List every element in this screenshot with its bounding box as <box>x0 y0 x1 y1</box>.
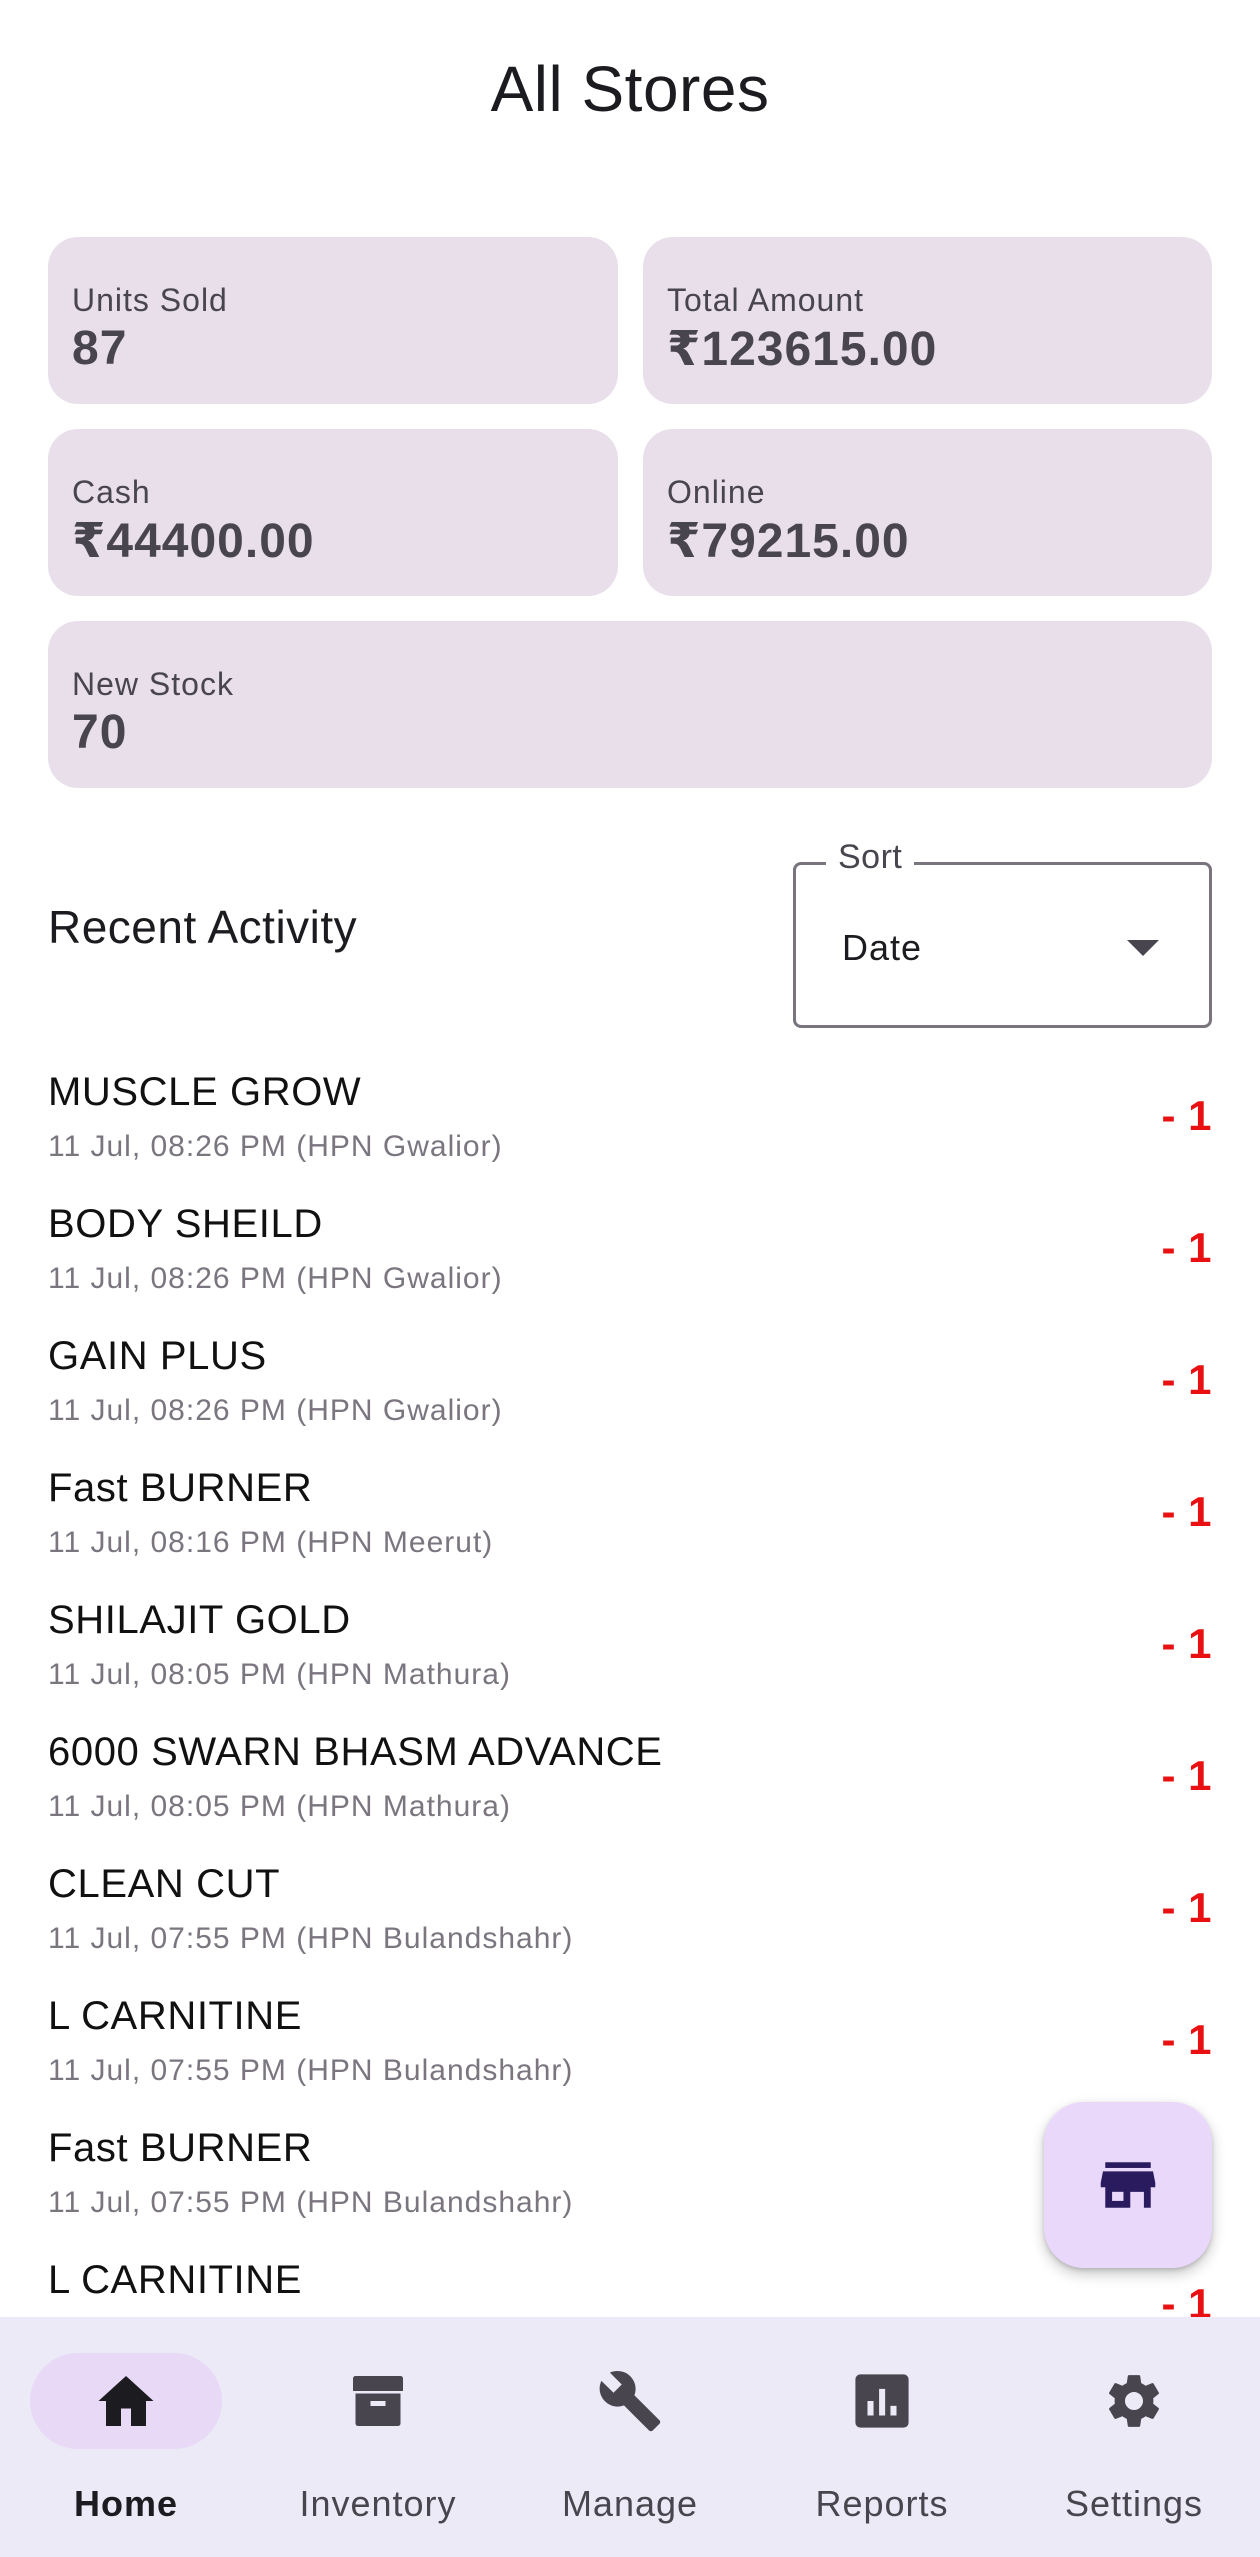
item-quantity-change: - 1 <box>1161 1488 1212 1535</box>
gear-icon <box>1109 2375 1159 2427</box>
item-store: (HPN Bulandshahr) <box>296 2054 574 2087</box>
online-label: Online <box>667 474 766 510</box>
sort-selected-value: Date <box>842 927 923 968</box>
nav-icon-wrap <box>1038 2353 1230 2449</box>
nav-label-reports: Reports <box>815 2483 949 2524</box>
store-icon <box>1100 2162 1156 2208</box>
new-stock-card: New Stock 70 <box>48 621 1212 788</box>
item-name: MUSCLE GROW <box>48 1070 362 1114</box>
item-name: CLEAN CUT <box>48 1862 281 1906</box>
item-quantity-change: - 1 <box>1161 1752 1212 1799</box>
item-quantity-change: - 1 <box>1161 1620 1212 1667</box>
recent-activity-title: Recent Activity <box>48 901 358 953</box>
item-meta: 11 Jul, 08:05 PM (HPN Mathura) <box>48 1790 511 1824</box>
item-name: GAIN PLUS <box>48 1334 267 1378</box>
page-title: All Stores <box>490 53 770 125</box>
item-meta: 11 Jul, 08:05 PM (HPN Mathura) <box>48 1658 511 1692</box>
online-card: Online ₹79215.00 <box>643 429 1212 596</box>
item-store: (HPN Mathura) <box>296 1658 511 1691</box>
chart-icon <box>855 2374 909 2428</box>
nav-icon-wrap <box>282 2353 474 2449</box>
list-item[interactable]: MUSCLE GROW 11 Jul, 08:26 PM (HPN Gwalio… <box>0 1052 1260 1184</box>
home-icon <box>98 2376 154 2426</box>
units-sold-card: Units Sold 87 <box>48 237 618 404</box>
nav-icon-wrap <box>534 2353 726 2449</box>
item-time: 11 Jul, 07:55 PM <box>48 1922 287 1955</box>
item-meta: 11 Jul, 07:55 PM (HPN Bulandshahr) <box>48 1922 573 1956</box>
item-meta: 11 Jul, 08:26 PM (HPN Gwalior) <box>48 1262 503 1296</box>
total-amount-label: Total Amount <box>667 282 864 318</box>
nav-label-settings: Settings <box>1064 2483 1204 2524</box>
list-item[interactable]: GAIN PLUS 11 Jul, 08:26 PM (HPN Gwalior)… <box>0 1316 1260 1448</box>
list-item[interactable]: L CARNITINE 11 Jul, 07:55 PM (HPN Buland… <box>0 1976 1260 2108</box>
item-name: L CARNITINE <box>48 1994 303 2038</box>
item-time: 11 Jul, 08:26 PM <box>48 1130 287 1163</box>
nav-item-manage[interactable]: Manage <box>504 2317 756 2557</box>
store-fab-button[interactable] <box>1044 2102 1212 2268</box>
item-quantity-change: - 1 <box>1161 1092 1212 1139</box>
dropdown-arrow-icon[interactable] <box>1127 940 1159 956</box>
list-item[interactable]: 6000 SWARN BHASM ADVANCE 11 Jul, 08:05 P… <box>0 1712 1260 1844</box>
list-item[interactable]: Fast BURNER 11 Jul, 08:16 PM (HPN Meerut… <box>0 1448 1260 1580</box>
item-store: (HPN Meerut) <box>296 1526 494 1559</box>
item-meta: 11 Jul, 07:55 PM (HPN Bulandshahr) <box>48 2186 573 2220</box>
nav-label-home: Home <box>73 2483 179 2524</box>
units-sold-label: Units Sold <box>72 282 228 318</box>
item-store: (HPN Gwalior) <box>296 1394 503 1427</box>
list-item[interactable]: CLEAN CUT 11 Jul, 07:55 PM (HPN Bulandsh… <box>0 1844 1260 1976</box>
nav-item-inventory[interactable]: Inventory <box>252 2317 504 2557</box>
item-quantity-change: - 1 <box>1161 1356 1212 1403</box>
item-name: BODY SHEILD <box>48 1202 323 1246</box>
item-time: 11 Jul, 07:55 PM <box>48 2186 287 2219</box>
item-quantity-change: - 1 <box>1161 1224 1212 1271</box>
item-store: (HPN Gwalior) <box>296 1130 503 1163</box>
item-quantity-change: - 1 <box>1161 2280 1212 2317</box>
item-meta: 11 Jul, 08:26 PM (HPN Gwalior) <box>48 1394 503 1428</box>
item-name: Fast BURNER <box>48 1466 313 1510</box>
item-name: Fast BURNER <box>48 2126 313 2170</box>
list-item[interactable]: BODY SHEILD 11 Jul, 08:26 PM (HPN Gwalio… <box>0 1184 1260 1316</box>
item-store: (HPN Bulandshahr) <box>296 1922 574 1955</box>
sort-dropdown[interactable]: Sort Date <box>793 838 1212 1028</box>
item-quantity-change: - 1 <box>1161 1884 1212 1931</box>
new-stock-value: 70 <box>72 706 128 759</box>
bottom-navigation: Home Inventory Manage Reports Settings <box>0 2317 1260 2557</box>
sort-label: Sort <box>826 838 915 877</box>
item-meta: 11 Jul, 08:16 PM (HPN Meerut) <box>48 1526 493 1560</box>
item-name: 6000 SWARN BHASM ADVANCE <box>48 1730 663 1774</box>
item-store: (HPN Mathura) <box>296 1790 511 1823</box>
item-meta: 11 Jul, 08:26 PM (HPN Gwalior) <box>48 1130 503 1164</box>
units-sold-value: 87 <box>72 322 128 375</box>
cash-card: Cash ₹44400.00 <box>48 429 618 596</box>
item-time: 11 Jul, 08:05 PM <box>48 1658 287 1691</box>
item-time: 11 Jul, 08:26 PM <box>48 1262 287 1295</box>
list-item[interactable]: SHILAJIT GOLD 11 Jul, 08:05 PM (HPN Math… <box>0 1580 1260 1712</box>
nav-label-manage: Manage <box>561 2483 699 2524</box>
cash-value: ₹44400.00 <box>72 515 315 568</box>
nav-active-indicator <box>30 2353 222 2449</box>
cash-label: Cash <box>72 474 151 510</box>
total-amount-card: Total Amount ₹123615.00 <box>643 237 1212 404</box>
item-meta: 11 Jul, 07:55 PM (HPN Bulandshahr) <box>48 2054 573 2088</box>
online-value: ₹79215.00 <box>667 515 910 568</box>
archive-icon <box>353 2376 403 2426</box>
nav-item-settings[interactable]: Settings <box>1008 2317 1260 2557</box>
item-time: 11 Jul, 08:26 PM <box>48 1394 287 1427</box>
item-name: L CARNITINE <box>48 2258 303 2302</box>
nav-item-reports[interactable]: Reports <box>756 2317 1008 2557</box>
item-store: (HPN Bulandshahr) <box>296 2186 574 2219</box>
item-time: 11 Jul, 08:05 PM <box>48 1790 287 1823</box>
nav-icon-wrap <box>786 2353 978 2449</box>
wrench-icon <box>599 2371 661 2432</box>
total-amount-value: ₹123615.00 <box>667 323 938 376</box>
item-store: (HPN Gwalior) <box>296 1262 503 1295</box>
nav-item-home[interactable]: Home <box>0 2317 252 2557</box>
item-time: 11 Jul, 07:55 PM <box>48 2054 287 2087</box>
nav-label-inventory: Inventory <box>299 2483 457 2524</box>
item-time: 11 Jul, 08:16 PM <box>48 1526 287 1559</box>
new-stock-label: New Stock <box>72 666 234 702</box>
item-quantity-change: - 1 <box>1161 2016 1212 2063</box>
item-name: SHILAJIT GOLD <box>48 1598 351 1642</box>
